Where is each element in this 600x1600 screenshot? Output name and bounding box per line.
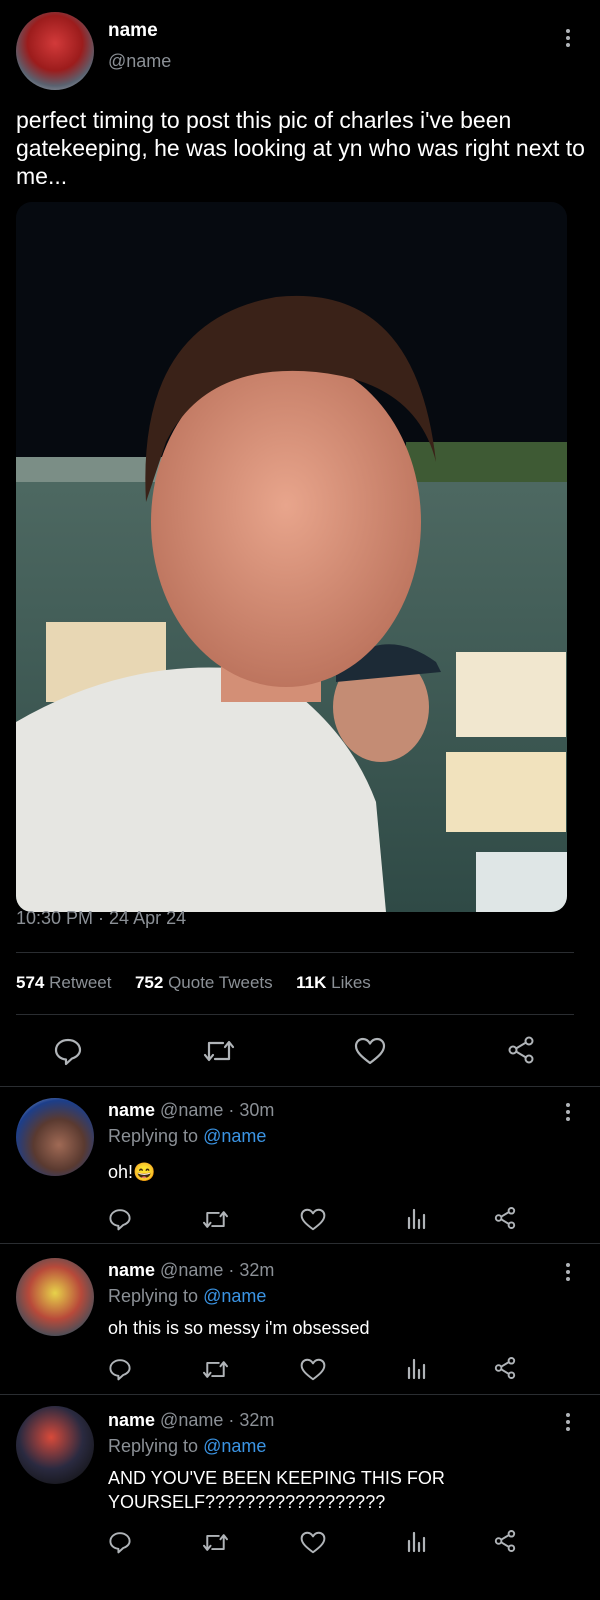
reply-avatar[interactable] bbox=[16, 1406, 94, 1484]
reply-header: name @name · 30m bbox=[108, 1100, 274, 1121]
reply-text: oh!😄 bbox=[108, 1162, 156, 1182]
reply-time: · 30m bbox=[228, 1100, 275, 1120]
tweet-text: perfect timing to post this pic of charl… bbox=[16, 107, 585, 189]
reply-icon[interactable] bbox=[53, 1036, 83, 1066]
like-icon[interactable] bbox=[300, 1531, 326, 1554]
reply-icon[interactable] bbox=[108, 1207, 132, 1231]
share-icon[interactable] bbox=[506, 1035, 536, 1065]
replying-to: Replying to @name bbox=[108, 1126, 266, 1147]
like-icon[interactable] bbox=[300, 1358, 326, 1381]
retweet-count: 574 bbox=[16, 973, 45, 992]
reply-header: name @name · 32m bbox=[108, 1260, 274, 1281]
reply-handle[interactable]: @name bbox=[160, 1100, 223, 1120]
likes-stat[interactable]: 11K Likes bbox=[296, 973, 371, 992]
quote-count: 752 bbox=[134, 973, 164, 992]
reply-icon[interactable] bbox=[108, 1357, 132, 1381]
likes-label: Likes bbox=[331, 973, 371, 992]
divider bbox=[0, 1086, 600, 1087]
reply-header: name @name · 32m bbox=[108, 1410, 274, 1431]
retweet-icon[interactable] bbox=[202, 1358, 229, 1381]
reply-display-name[interactable]: name bbox=[108, 1410, 155, 1430]
retweet-icon[interactable] bbox=[202, 1208, 229, 1231]
author-avatar[interactable] bbox=[16, 12, 94, 90]
likes-count: 11K bbox=[296, 973, 327, 992]
author-handle[interactable]: @name bbox=[108, 51, 171, 72]
analytics-icon[interactable] bbox=[406, 1206, 428, 1230]
quote-stat[interactable]: 752 Quote Tweets bbox=[135, 973, 273, 992]
retweet-label: Retweet bbox=[49, 973, 112, 992]
more-options-icon[interactable] bbox=[566, 1263, 572, 1284]
reply-time: · 32m bbox=[228, 1260, 275, 1280]
tweet-stats: 574 Retweet 752 Quote Tweets 11K Likes bbox=[16, 973, 371, 993]
analytics-icon[interactable] bbox=[406, 1356, 428, 1380]
author-display-name[interactable]: name bbox=[108, 20, 158, 42]
tweet-photo[interactable] bbox=[16, 202, 567, 912]
more-options-icon[interactable] bbox=[566, 1413, 572, 1434]
retweet-icon[interactable] bbox=[202, 1531, 229, 1554]
replying-to-link[interactable]: @name bbox=[203, 1126, 266, 1146]
divider bbox=[0, 1243, 600, 1244]
retweet-stat[interactable]: 574 Retweet bbox=[16, 973, 111, 992]
reply-text: oh this is so messy i'm obsessed bbox=[108, 1318, 370, 1338]
retweet-icon[interactable] bbox=[203, 1037, 235, 1065]
reply-time: · 32m bbox=[228, 1410, 275, 1430]
reply-avatar[interactable] bbox=[16, 1098, 94, 1176]
share-icon[interactable] bbox=[493, 1529, 517, 1553]
analytics-icon[interactable] bbox=[406, 1529, 428, 1553]
quote-label: Quote Tweets bbox=[168, 973, 273, 992]
replying-to: Replying to @name bbox=[108, 1436, 266, 1457]
share-icon[interactable] bbox=[493, 1206, 517, 1230]
replying-label: Replying to bbox=[108, 1436, 199, 1456]
reply-handle[interactable]: @name bbox=[160, 1410, 223, 1430]
reply-text: AND YOU'VE BEEN KEEPING THIS FOR YOURSEL… bbox=[108, 1468, 445, 1512]
tweet-timestamp[interactable]: 10:30 PM · 24 Apr 24 bbox=[16, 908, 186, 929]
reply-handle[interactable]: @name bbox=[160, 1260, 223, 1280]
divider bbox=[16, 952, 574, 953]
replying-label: Replying to bbox=[108, 1126, 199, 1146]
reply-icon[interactable] bbox=[108, 1530, 132, 1554]
replying-to-link[interactable]: @name bbox=[203, 1436, 266, 1456]
like-icon[interactable] bbox=[300, 1208, 326, 1231]
divider bbox=[16, 1014, 574, 1015]
more-options-icon[interactable] bbox=[566, 29, 572, 50]
replying-to-link[interactable]: @name bbox=[203, 1286, 266, 1306]
like-icon[interactable] bbox=[354, 1037, 386, 1065]
divider bbox=[0, 1394, 600, 1395]
replying-to: Replying to @name bbox=[108, 1286, 266, 1307]
photo-illustration bbox=[16, 202, 567, 912]
replying-label: Replying to bbox=[108, 1286, 199, 1306]
more-options-icon[interactable] bbox=[566, 1103, 572, 1124]
reply-display-name[interactable]: name bbox=[108, 1260, 155, 1280]
reply-display-name[interactable]: name bbox=[108, 1100, 155, 1120]
share-icon[interactable] bbox=[493, 1356, 517, 1380]
reply-avatar[interactable] bbox=[16, 1258, 94, 1336]
